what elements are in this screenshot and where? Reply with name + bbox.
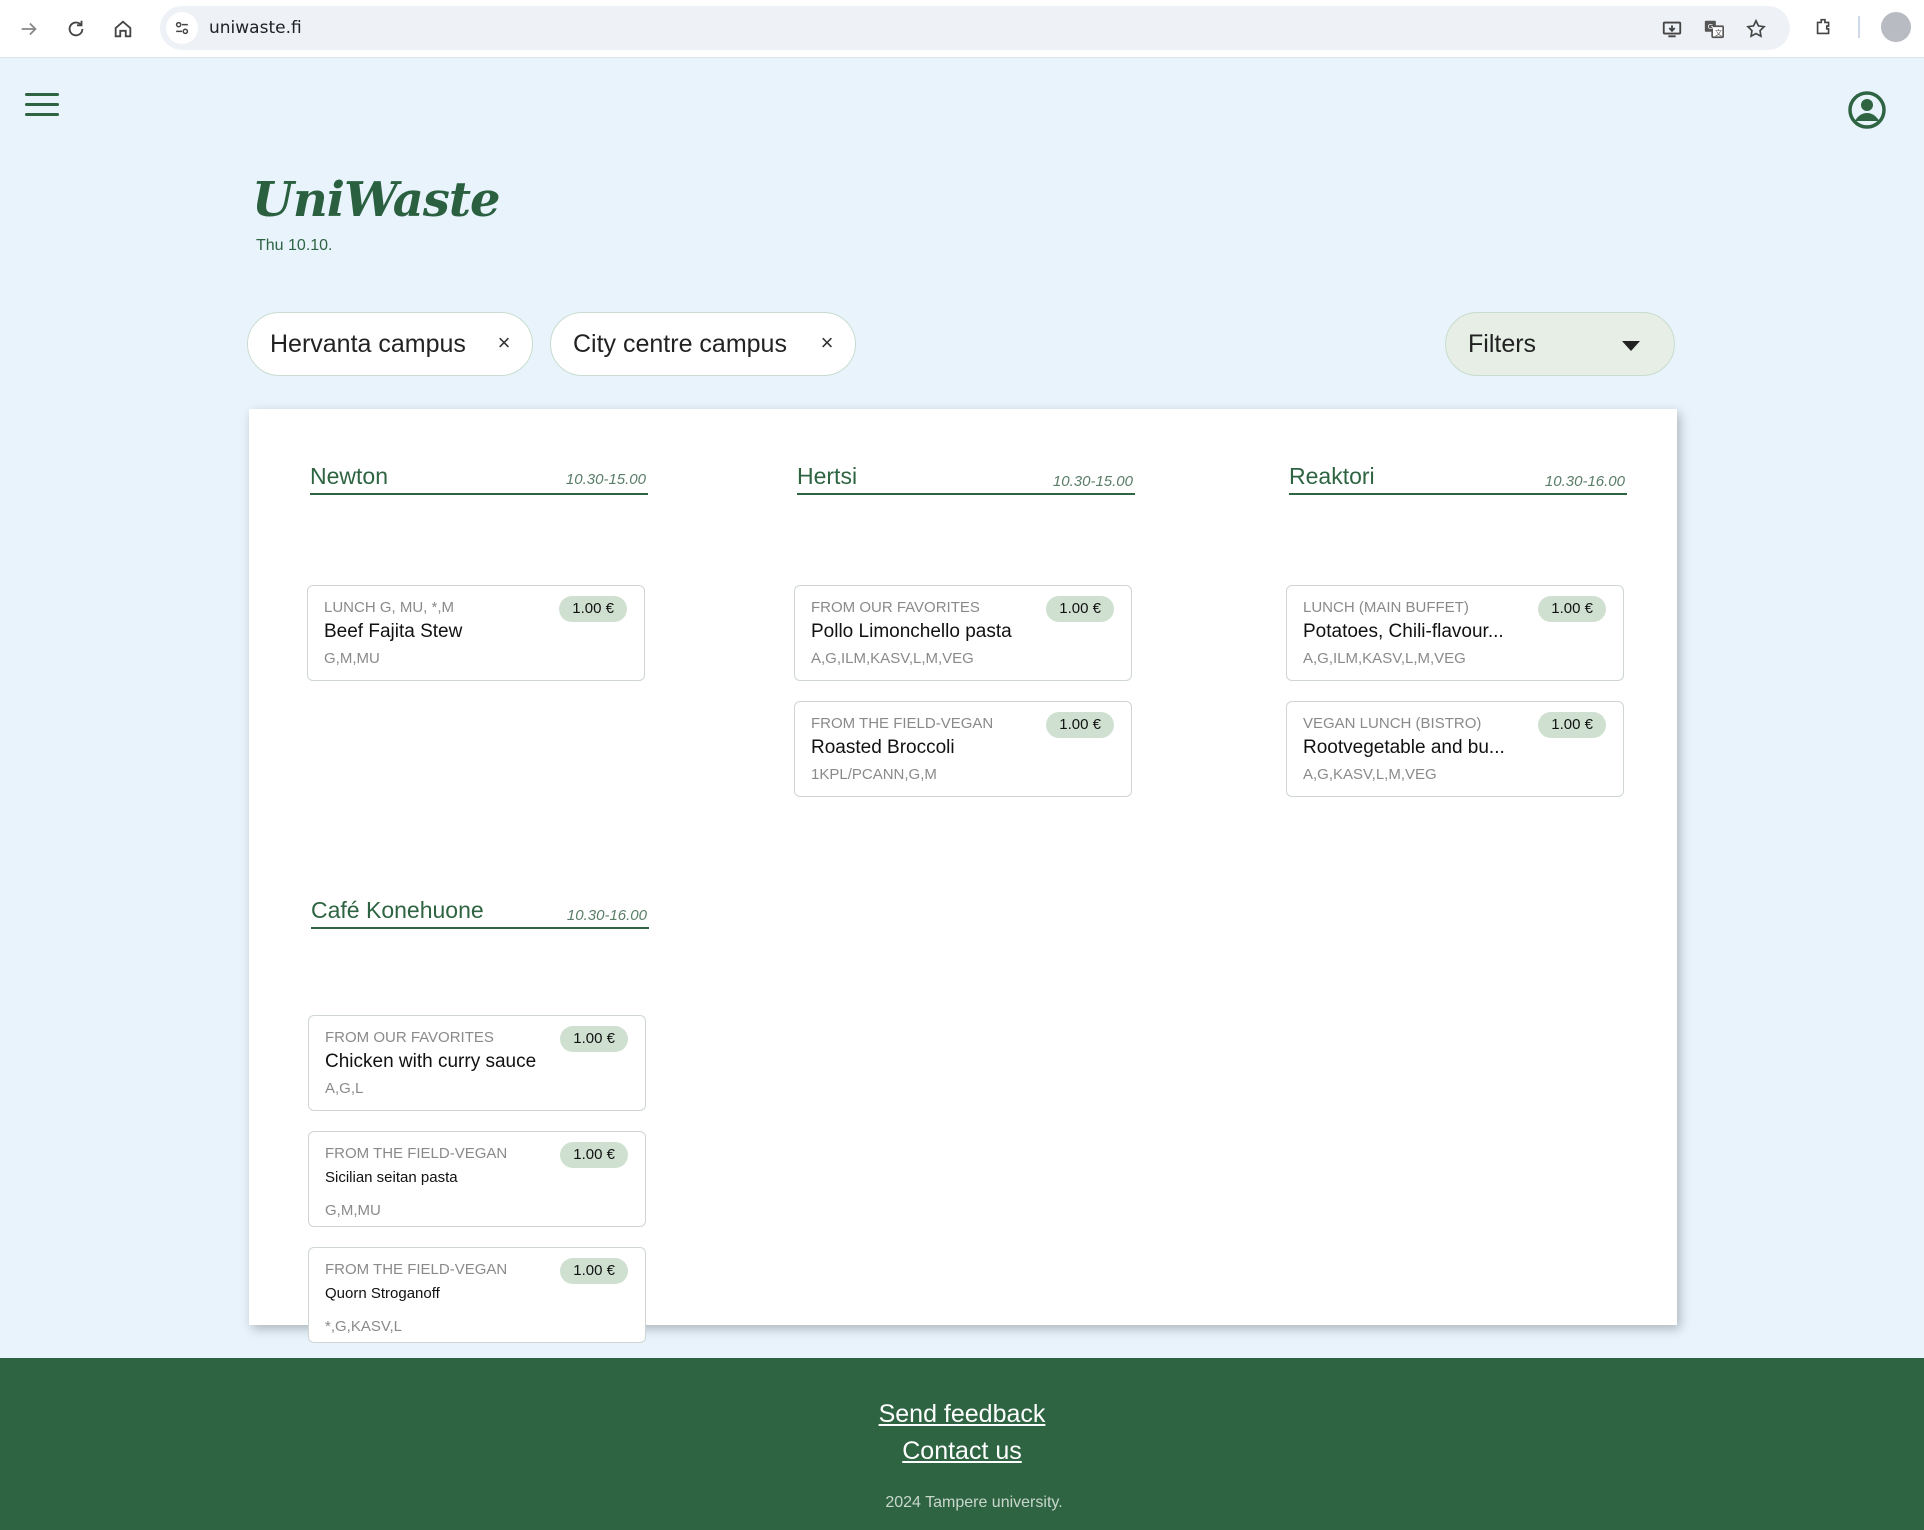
close-icon[interactable]: × (492, 330, 516, 355)
restaurant-header: Hertsi 10.30-15.00 (797, 461, 1135, 495)
send-feedback-link[interactable]: Send feedback (812, 1400, 1112, 1429)
forward-button[interactable] (14, 14, 44, 44)
svg-text:G: G (1708, 22, 1714, 31)
price-badge: 1.00 € (1046, 712, 1114, 738)
chip-label: Hervanta campus (270, 329, 466, 358)
chip-label: City centre campus (573, 329, 787, 358)
menu-item-diets: 1KPL/PCANN,G,M (811, 766, 937, 783)
restaurant-header: Café Konehuone 10.30-16.00 (311, 895, 649, 929)
close-icon[interactable]: × (815, 330, 839, 355)
url-text[interactable]: uniwaste.fi (209, 18, 302, 38)
restaurant-header: Reaktori 10.30-16.00 (1289, 461, 1627, 495)
menu-item-card[interactable]: FROM THE FIELD-VEGAN Sicilian seitan pas… (308, 1131, 646, 1227)
menu-panel: Newton 10.30-15.00 LUNCH G, MU, *,M Beef… (249, 409, 1677, 1343)
filters-label: Filters (1468, 329, 1537, 358)
home-button[interactable] (108, 14, 138, 44)
restaurant-name[interactable]: Café Konehuone (311, 897, 484, 924)
menu-item-card[interactable]: LUNCH (MAIN BUFFET) Potatoes, Chili-flav… (1286, 585, 1624, 681)
restaurant-reaktori: Reaktori 10.30-16.00 LUNCH (MAIN BUFFET)… (1286, 461, 1627, 797)
menu-item-name: Sicilian seitan pasta (325, 1169, 458, 1186)
menu-item-name: Chicken with curry sauce (325, 1051, 537, 1072)
address-bar[interactable]: uniwaste.fi G文 (160, 6, 1790, 50)
menu-item-diets: *,G,KASV,L (325, 1318, 402, 1335)
price-badge: 1.00 € (560, 1142, 628, 1168)
browser-toolbar: uniwaste.fi G文 (0, 0, 1924, 58)
contact-us-link[interactable]: Contact us (812, 1437, 1112, 1466)
opening-hours: 10.30-16.00 (566, 907, 647, 924)
site-settings-icon[interactable] (166, 12, 198, 44)
restaurant-cafe-konehuone: Café Konehuone 10.30-16.00 FROM OUR FAVO… (308, 895, 649, 1343)
chip-hervanta-campus: Hervanta campus × (247, 312, 533, 376)
price-badge: 1.00 € (559, 596, 627, 622)
home-icon (114, 20, 132, 38)
restaurant-hertsi: Hertsi 10.30-15.00 FROM OUR FAVORITES Po… (794, 461, 1135, 797)
reload-icon (68, 20, 84, 37)
opening-hours: 10.30-15.00 (565, 471, 646, 488)
svg-text:文: 文 (1715, 28, 1723, 37)
opening-hours: 10.30-16.00 (1544, 473, 1625, 490)
menu-item-card[interactable]: FROM OUR FAVORITES Chicken with curry sa… (308, 1015, 646, 1111)
menu-item-diets: G,M,MU (324, 650, 380, 667)
arrow-right-icon (21, 22, 37, 36)
restaurant-newton: Newton 10.30-15.00 LUNCH G, MU, *,M Beef… (307, 461, 648, 681)
filters-dropdown[interactable]: Filters (1445, 312, 1675, 376)
menu-item-category: FROM OUR FAVORITES (811, 599, 980, 616)
menu-item-diets: A,G,KASV,L,M,VEG (1303, 766, 1437, 783)
menu-item-category: FROM THE FIELD-VEGAN (325, 1261, 508, 1278)
menu-item-category: FROM OUR FAVORITES (325, 1029, 494, 1046)
menu-item-diets: A,G,ILM,KASV,L,M,VEG (1303, 650, 1466, 667)
price-badge: 1.00 € (1538, 712, 1606, 738)
menu-item-category: FROM THE FIELD-VEGAN (811, 715, 994, 732)
toolbar-divider (1858, 16, 1860, 38)
menu-item-name: Beef Fajita Stew (324, 621, 463, 642)
menu-icon[interactable] (25, 93, 59, 119)
restaurant-name[interactable]: Hertsi (797, 463, 857, 490)
caret-down-icon (1622, 341, 1640, 351)
menu-item-diets: G,M,MU (325, 1202, 381, 1219)
menu-item-category: FROM THE FIELD-VEGAN (325, 1145, 508, 1162)
bookmark-star-icon[interactable] (1744, 17, 1768, 41)
extensions-icon[interactable] (1810, 13, 1838, 41)
menu-item-category: VEGAN LUNCH (BISTRO) (1303, 715, 1482, 732)
restaurant-name[interactable]: Reaktori (1289, 463, 1375, 490)
current-date: Thu 10.10. (256, 237, 333, 254)
reload-button[interactable] (61, 14, 91, 44)
browser-profile-avatar[interactable] (1881, 12, 1911, 42)
price-badge: 1.00 € (560, 1026, 628, 1052)
copyright-text: 2024 Tampere university. (885, 1494, 1063, 1511)
menu-item-name: Rootvegetable and bu... (1303, 737, 1505, 758)
install-app-icon[interactable] (1660, 17, 1684, 41)
chip-city-centre-campus: City centre campus × (550, 312, 856, 376)
menu-item-category: LUNCH (MAIN BUFFET) (1303, 599, 1469, 616)
menu-item-card[interactable]: FROM OUR FAVORITES Pollo Limonchello pas… (794, 585, 1132, 681)
menu-item-name: Roasted Broccoli (811, 737, 955, 758)
restaurant-name[interactable]: Newton (310, 463, 388, 490)
menu-item-diets: A,G,L (325, 1080, 364, 1097)
menu-item-card[interactable]: FROM THE FIELD-VEGAN Roasted Broccoli 1K… (794, 701, 1132, 797)
user-account-icon[interactable] (1847, 90, 1887, 130)
restaurant-header: Newton 10.30-15.00 (310, 461, 648, 495)
menu-item-card[interactable]: LUNCH G, MU, *,M Beef Fajita Stew G,M,MU… (307, 585, 645, 681)
app-logo[interactable]: UniWaste (252, 172, 501, 228)
menu-item-name: Pollo Limonchello pasta (811, 621, 1012, 642)
menu-item-card[interactable]: FROM THE FIELD-VEGAN Quorn Stroganoff *,… (308, 1247, 646, 1343)
price-badge: 1.00 € (560, 1258, 628, 1284)
opening-hours: 10.30-15.00 (1052, 473, 1133, 490)
menu-item-card[interactable]: VEGAN LUNCH (BISTRO) Rootvegetable and b… (1286, 701, 1624, 797)
price-badge: 1.00 € (1538, 596, 1606, 622)
menu-item-name: Potatoes, Chili-flavour... (1303, 621, 1504, 642)
menu-item-diets: A,G,ILM,KASV,L,M,VEG (811, 650, 974, 667)
menu-item-category: LUNCH G, MU, *,M (324, 599, 455, 616)
price-badge: 1.00 € (1046, 596, 1114, 622)
translate-icon[interactable]: G文 (1702, 17, 1726, 41)
footer: Send feedback Contact us 2024 Tampere un… (0, 1358, 1924, 1530)
menu-item-name: Quorn Stroganoff (325, 1285, 440, 1302)
